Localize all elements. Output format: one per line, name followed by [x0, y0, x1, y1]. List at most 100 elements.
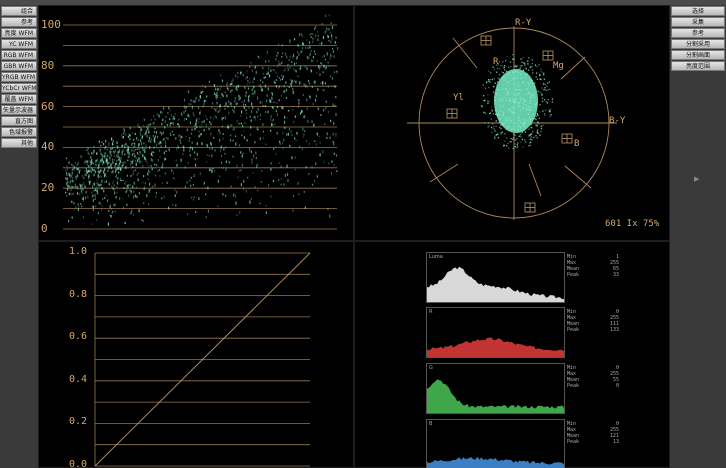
waveform-trace-sample	[108, 142, 110, 144]
waveform-trace-sample	[163, 138, 165, 141]
vectorscope-trace-sample	[514, 112, 516, 114]
waveform-trace-sample	[72, 165, 74, 168]
waveform-trace-sample	[143, 148, 145, 151]
waveform-trace-sample	[230, 185, 232, 188]
left-menu-item-12[interactable]: 其他	[1, 138, 37, 148]
left-menu-item-6[interactable]: YRGB WFM	[1, 72, 37, 82]
waveform-trace-sample	[180, 158, 182, 162]
waveform-trace-sample	[244, 122, 246, 125]
stat-row: Peak 0	[567, 383, 619, 389]
waveform-trace-sample	[254, 65, 257, 69]
right-menu-item-1[interactable]: 采集	[671, 17, 725, 27]
waveform-trace-sample	[129, 126, 131, 130]
waveform-trace-sample	[71, 169, 73, 172]
vectorscope-trace-sample	[531, 59, 534, 61]
waveform-trace-sample	[225, 167, 227, 171]
left-menu-item-2[interactable]: 亮度 WFM	[1, 28, 37, 38]
vectorscope-trace-sample	[488, 86, 490, 89]
vectorscope-trace-sample	[519, 85, 521, 87]
waveform-trace-sample	[134, 194, 137, 198]
waveform-trace-sample	[145, 147, 147, 150]
waveform-trace-sample	[263, 76, 265, 79]
vectorscope-trace-sample	[516, 129, 519, 131]
vectorscope-trace-sample	[505, 128, 508, 131]
waveform-trace-sample	[242, 152, 244, 155]
waveform-trace-sample	[237, 84, 239, 88]
waveform-trace-sample	[185, 118, 187, 120]
waveform-trace-sample	[256, 127, 258, 131]
waveform-trace-sample	[270, 168, 272, 171]
vectorscope-trace-sample	[491, 127, 493, 129]
waveform-trace-sample	[65, 191, 67, 194]
right-menu-item-2[interactable]: 参考	[671, 28, 725, 38]
waveform-trace-sample	[109, 204, 111, 209]
waveform-trace-sample	[266, 99, 268, 103]
waveform-trace-sample	[280, 183, 282, 186]
left-menu-item-9[interactable]: 矢量示波器	[1, 105, 37, 115]
waveform-trace-sample	[299, 81, 301, 85]
vectorscope-trace-sample	[503, 67, 505, 69]
waveform-trace-sample	[200, 133, 202, 136]
waveform-trace-sample	[79, 184, 81, 187]
waveform-trace-sample	[83, 182, 85, 186]
play-arrow-icon[interactable]: ▶	[694, 175, 699, 183]
waveform-trace-sample	[250, 61, 252, 64]
vectorscope-trace-sample	[521, 138, 523, 141]
waveform-trace-sample	[209, 148, 211, 150]
left-menu-item-11[interactable]: 色域报警	[1, 127, 37, 137]
waveform-trace-sample	[94, 194, 96, 198]
waveform-trace-sample	[245, 91, 247, 94]
stat-value: 0	[615, 383, 619, 389]
vectorscope-trace-sample	[529, 66, 532, 69]
right-menu-item-0[interactable]: 选择	[671, 6, 725, 16]
waveform-trace-sample	[297, 182, 299, 185]
waveform-trace-sample	[123, 187, 125, 189]
vectorscope-trace-sample	[529, 144, 531, 147]
waveform-trace-sample	[125, 181, 127, 183]
waveform-trace-sample	[238, 169, 240, 172]
waveform-trace-sample	[134, 132, 136, 135]
waveform-trace-sample	[102, 154, 104, 158]
waveform-trace-sample	[191, 128, 193, 131]
waveform-trace-sample	[127, 159, 129, 162]
waveform-trace-sample	[92, 205, 94, 208]
left-menu-item-10[interactable]: 直方图	[1, 116, 37, 126]
left-menu-item-4[interactable]: RGB WFM	[1, 50, 37, 60]
waveform-trace-sample	[272, 124, 274, 126]
waveform-trace-sample	[141, 135, 144, 138]
waveform-trace-sample	[174, 189, 176, 192]
right-menu-item-4[interactable]: 分割画面	[671, 50, 725, 60]
waveform-trace-sample	[240, 151, 242, 154]
vectorscope-trace-sample	[551, 98, 554, 100]
right-menu-item-3[interactable]: 分割采用	[671, 39, 725, 49]
histogram-1: R	[426, 307, 565, 358]
waveform-trace-sample	[316, 132, 318, 136]
waveform-trace-sample	[141, 219, 143, 221]
waveform-trace-sample	[323, 54, 325, 57]
waveform-trace-sample	[312, 37, 314, 40]
vectorscope-trace-sample	[523, 107, 525, 109]
left-menu-item-1[interactable]: 参考	[1, 17, 37, 27]
vectorscope-trace-sample	[506, 126, 508, 128]
waveform-trace-sample	[197, 157, 199, 160]
right-menu-item-5[interactable]: 亮度范围	[671, 61, 725, 71]
left-menu-item-8[interactable]: 覆盖 WFM	[1, 94, 37, 104]
waveform-trace-sample	[124, 153, 126, 156]
waveform-trace-sample	[255, 71, 257, 75]
waveform-trace-sample	[224, 153, 226, 155]
left-menu-item-5[interactable]: GBR WFM	[1, 61, 37, 71]
waveform-trace-sample	[134, 169, 136, 171]
vectorscope-trace-sample	[501, 65, 503, 67]
waveform-trace-sample	[195, 96, 197, 100]
waveform-trace-sample	[187, 213, 189, 216]
vectorscope-trace-sample	[483, 99, 485, 102]
left-menu-item-0[interactable]: 组合	[1, 6, 37, 16]
waveform-trace-sample	[265, 211, 267, 214]
waveform-trace-sample	[123, 127, 125, 130]
waveform-trace-sample	[72, 179, 74, 183]
left-menu-item-7[interactable]: YCbCr WFM	[1, 83, 37, 93]
histogram-stats: Min 0 Max 255 Mean 111 Peak 133	[567, 309, 619, 333]
waveform-trace-sample	[289, 42, 291, 45]
waveform-trace-sample	[272, 107, 274, 109]
left-menu-item-3[interactable]: YC WFM	[1, 39, 37, 49]
